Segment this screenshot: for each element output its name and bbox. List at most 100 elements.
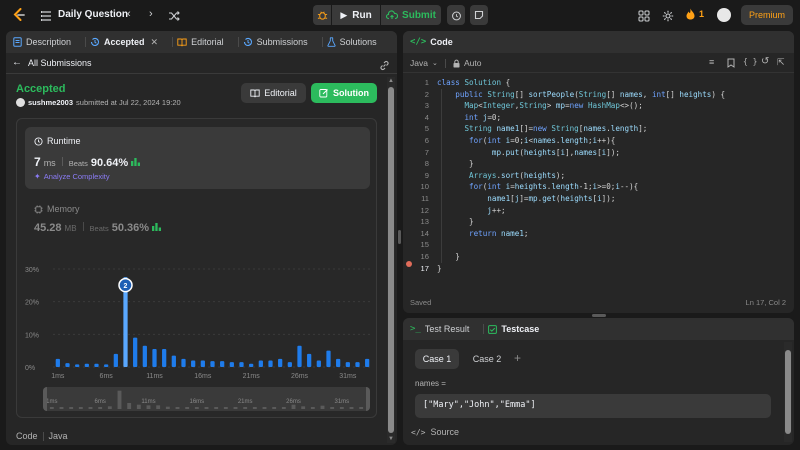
chart-bar[interactable]: [268, 360, 273, 367]
chart-range-slider[interactable]: 1ms 6ms 11ms 16ms 21ms 26ms 31ms: [43, 387, 370, 411]
analyze-complexity-link[interactable]: ✦ Analyze Complexity: [34, 172, 110, 181]
scroll-thumb[interactable]: [785, 350, 791, 434]
chart-bar[interactable]: [229, 362, 234, 367]
solution-button[interactable]: Solution: [311, 83, 377, 103]
tab-description[interactable]: Description: [6, 31, 78, 53]
code-line[interactable]: return name1;: [437, 228, 782, 240]
code-line[interactable]: }: [437, 263, 782, 275]
editorial-button[interactable]: Editorial: [241, 83, 306, 103]
chart-bar[interactable]: [287, 362, 292, 367]
chart-bar[interactable]: [84, 363, 89, 367]
code-line[interactable]: int j=0;: [437, 112, 782, 124]
code-line[interactable]: public String[] sortPeople(String[] name…: [437, 89, 782, 101]
chart-bar[interactable]: [307, 353, 312, 367]
format-code-icon[interactable]: ≡: [709, 57, 714, 67]
code-line[interactable]: j++;: [437, 205, 782, 217]
chart-bar[interactable]: [171, 355, 176, 367]
code-line[interactable]: name1[j]=mp.get(heights[i]);: [437, 193, 782, 205]
layout-grid-icon[interactable]: [638, 9, 650, 27]
tab-accepted[interactable]: Accepted ✕: [78, 31, 165, 53]
chart-bar[interactable]: [345, 362, 350, 367]
code-line[interactable]: mp.put(heights[i],names[i]);: [437, 147, 782, 159]
chart-bar[interactable]: [75, 364, 80, 367]
chart-bar[interactable]: [316, 360, 321, 367]
left-scrollbar[interactable]: ▲ ▼: [387, 77, 395, 443]
add-case-icon[interactable]: +: [514, 351, 521, 365]
chart-bar[interactable]: [220, 361, 225, 367]
code-line[interactable]: String name1[]=new String[names.length];: [437, 123, 782, 135]
chart-bar[interactable]: [181, 358, 186, 367]
problem-list-icon[interactable]: [40, 9, 52, 21]
chart-bar[interactable]: [65, 363, 70, 367]
next-problem-icon[interactable]: ›: [149, 8, 153, 20]
chart-bar[interactable]: [152, 349, 157, 367]
submit-button[interactable]: Submit: [381, 5, 441, 25]
all-submissions-link[interactable]: ← All Submissions: [12, 57, 92, 68]
code-line[interactable]: [437, 239, 782, 251]
case-1-tab[interactable]: Case 1: [415, 349, 459, 369]
language-selector[interactable]: Java ⌄: [410, 58, 438, 68]
names-input-field[interactable]: ["Mary","John","Emma"]: [415, 394, 771, 418]
username[interactable]: sushme2003: [28, 98, 73, 107]
tab-solutions[interactable]: Solutions: [315, 31, 384, 53]
code-line[interactable]: for(int i=heights.length-1;i>=0;i--){: [437, 181, 782, 193]
chart-bar[interactable]: [113, 353, 118, 367]
user-avatar[interactable]: [16, 98, 25, 107]
chart-bar[interactable]: [249, 363, 254, 367]
case-2-tab[interactable]: Case 2: [465, 349, 509, 369]
chart-bar[interactable]: [55, 358, 60, 367]
bookmark-icon[interactable]: [727, 58, 735, 68]
code-line[interactable]: }: [437, 251, 782, 263]
auto-mode-toggle[interactable]: Auto: [453, 58, 482, 68]
chart-bar[interactable]: [258, 360, 263, 367]
code-line[interactable]: }: [437, 216, 782, 228]
chart-bar[interactable]: [200, 360, 205, 367]
chart-bar[interactable]: [142, 345, 147, 367]
chart-bar[interactable]: [104, 364, 109, 367]
chart-bar[interactable]: [326, 350, 331, 367]
chart-bar[interactable]: [133, 337, 138, 367]
tab-code[interactable]: </> Code: [403, 31, 460, 53]
run-button[interactable]: ▶ Run: [332, 5, 380, 25]
memory-card[interactable]: Memory 45.28 MB Beats 50.36%: [25, 201, 370, 241]
chart-bar[interactable]: [297, 345, 302, 367]
horizontal-splitter-handle[interactable]: [592, 314, 606, 317]
range-handle-left[interactable]: [43, 387, 47, 411]
settings-gear-icon[interactable]: [662, 9, 674, 27]
premium-button[interactable]: Premium: [741, 5, 793, 25]
fullscreen-icon[interactable]: ⇱: [777, 57, 785, 68]
chart-bar[interactable]: [191, 360, 196, 367]
code-lines[interactable]: class Solution { public String[] sortPeo…: [437, 77, 782, 274]
bottom-scrollbar[interactable]: [784, 342, 792, 442]
chart-bar[interactable]: [162, 349, 167, 367]
chart-bar[interactable]: [355, 362, 360, 367]
tab-testcase[interactable]: Testcase: [476, 318, 546, 340]
scroll-thumb[interactable]: [388, 87, 394, 433]
range-handle-right[interactable]: [366, 387, 370, 411]
code-editor[interactable]: 1 2 3 4 5 6 7 8 9 10 11 12 13 14 15 16 17 class Solution…: [403, 73, 794, 293]
debug-button[interactable]: [313, 5, 331, 25]
code-line[interactable]: Map<Integer,String> mp=new HashMap<>();: [437, 100, 782, 112]
vertical-splitter-handle[interactable]: [398, 230, 401, 244]
leetcode-logo-icon[interactable]: [12, 8, 26, 22]
source-toggle[interactable]: </> Source: [411, 427, 459, 437]
tab-editorial[interactable]: Editorial: [165, 31, 231, 53]
code-line[interactable]: class Solution {: [437, 77, 782, 89]
avatar[interactable]: [717, 8, 731, 22]
daily-question-title[interactable]: Daily Question: [58, 9, 128, 20]
timer-button[interactable]: [447, 5, 465, 25]
close-tab-icon[interactable]: ✕: [151, 37, 159, 48]
notes-button[interactable]: [470, 5, 488, 25]
runtime-card[interactable]: Runtime 7 ms Beats 90.64% ✦ Analyze Comp…: [25, 127, 370, 189]
chart-bar[interactable]: [94, 363, 99, 367]
code-line[interactable]: Arrays.sort(heights);: [437, 170, 782, 182]
chart-bar[interactable]: [210, 361, 215, 367]
tab-test-result[interactable]: >_ Test Result: [403, 318, 476, 340]
scroll-up-arrow-icon[interactable]: ▲: [387, 77, 395, 85]
chart-bar[interactable]: [336, 358, 341, 367]
tab-submissions[interactable]: Submissions: [231, 31, 315, 53]
chart-bar[interactable]: [365, 358, 370, 367]
chart-bar[interactable]: [239, 362, 244, 367]
prev-problem-icon[interactable]: ‹: [127, 8, 131, 20]
braces-icon[interactable]: { }: [743, 57, 757, 66]
